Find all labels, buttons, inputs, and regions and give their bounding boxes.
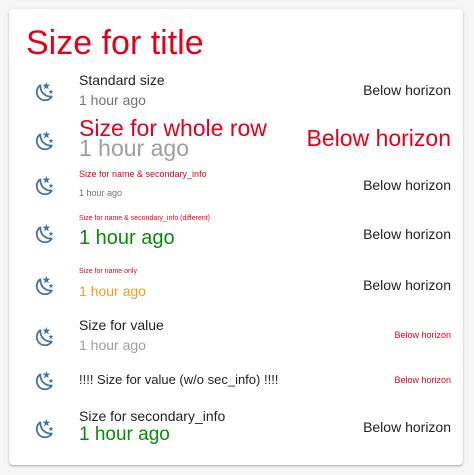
entity-row[interactable]: Size for name & secondary_info 1 hour ag… bbox=[9, 168, 463, 208]
entity-state: Below horizon bbox=[394, 375, 451, 385]
weather-night-icon bbox=[34, 275, 56, 297]
entity-secondary-info: 1 hour ago bbox=[79, 227, 175, 249]
entity-name: Standard size bbox=[79, 72, 165, 88]
weather-night-icon bbox=[34, 175, 56, 197]
entity-state: Below horizon bbox=[394, 330, 451, 340]
entity-state: Below horizon bbox=[363, 177, 451, 193]
entity-name: !!!! Size for value (w/o sec_info) !!!! bbox=[79, 372, 279, 387]
weather-night-icon bbox=[34, 326, 56, 348]
entity-secondary-info: 1 hour ago bbox=[79, 337, 146, 353]
entity-secondary-info: 1 hour ago bbox=[79, 283, 146, 299]
entity-state: Below horizon bbox=[363, 226, 451, 242]
entity-secondary-info: 1 hour ago bbox=[79, 424, 170, 445]
entity-row[interactable]: !!!! Size for value (w/o sec_info) !!!! … bbox=[9, 368, 463, 394]
entity-row[interactable]: Size for name only 1 hour ago Below hori… bbox=[9, 267, 463, 307]
entities-card: Size for title Standard size 1 hour ago … bbox=[9, 9, 463, 465]
weather-night-icon bbox=[34, 370, 56, 392]
entity-row[interactable]: Standard size 1 hour ago Below horizon bbox=[9, 70, 463, 114]
entity-row[interactable]: Size for value 1 hour ago Below horizon bbox=[9, 315, 463, 359]
entity-state: Below horizon bbox=[363, 82, 451, 98]
entity-name: Size for value bbox=[79, 317, 164, 333]
entity-secondary-info: 1 hour ago bbox=[79, 92, 146, 108]
entity-name: Size for name & secondary_info bbox=[79, 169, 207, 179]
entity-secondary-info: 1 hour ago bbox=[79, 135, 189, 161]
entity-row[interactable]: Size for whole row 1 hour ago Below hori… bbox=[9, 115, 463, 165]
entity-row[interactable]: Size for secondary_info 1 hour ago Below… bbox=[9, 406, 463, 452]
card-title: Size for title bbox=[26, 24, 204, 62]
entity-state: Below horizon bbox=[363, 277, 451, 293]
entity-secondary-info: 1 hour ago bbox=[79, 188, 123, 198]
entity-name: Size for name only bbox=[79, 268, 137, 275]
entity-row[interactable]: Size for name & secondary_info (differen… bbox=[9, 214, 463, 258]
entity-name: Size for name & secondary_info (differen… bbox=[79, 215, 210, 222]
weather-night-icon bbox=[34, 81, 56, 103]
weather-night-icon bbox=[34, 418, 56, 440]
entity-name: Size for secondary_info bbox=[79, 408, 226, 424]
weather-night-icon bbox=[34, 130, 56, 152]
weather-night-icon bbox=[34, 223, 56, 245]
entity-state: Below horizon bbox=[363, 419, 451, 435]
entity-state: Below horizon bbox=[306, 125, 451, 151]
